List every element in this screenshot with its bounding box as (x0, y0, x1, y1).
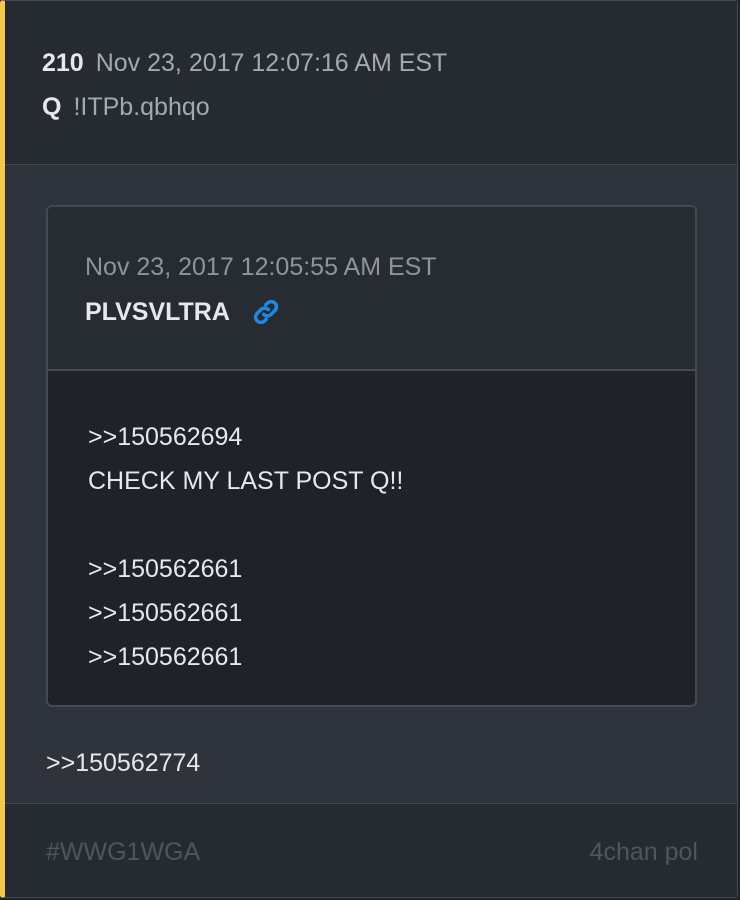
link-icon[interactable] (252, 298, 280, 326)
quoted-post-line[interactable]: >>150562661 (88, 635, 675, 679)
post-number[interactable]: 210 (42, 49, 84, 77)
hashtag: #WWG1WGA (46, 838, 201, 866)
quoted-post-line (88, 503, 675, 547)
post-date: Nov 23, 2017 12:07:16 AM EST (95, 49, 448, 77)
quoted-post-line[interactable]: >>150562694 (88, 415, 675, 459)
quoted-post-line[interactable]: >>150562661 (88, 591, 675, 635)
quoted-post: Nov 23, 2017 12:05:55 AM EST PLVSVLTRA >… (46, 205, 697, 707)
quoted-post-date: Nov 23, 2017 12:05:55 AM EST (85, 253, 437, 281)
quoted-post-author-row: PLVSVLTRA (85, 295, 280, 329)
post-card: 210 Nov 23, 2017 12:07:16 AM EST Q !ITPb.q… (0, 0, 738, 898)
post-tripcode: !ITPb.qbhqo (73, 93, 210, 121)
post-meta: 210 Nov 23, 2017 12:07:16 AM EST (42, 47, 447, 79)
post-header: 210 Nov 23, 2017 12:07:16 AM EST Q !ITPb.q… (5, 1, 737, 165)
post-author-row: Q !ITPb.qbhqo (42, 91, 210, 123)
post-footer: #WWG1WGA 4chan pol (5, 803, 737, 897)
quoted-post-header: Nov 23, 2017 12:05:55 AM EST PLVSVLTRA (48, 207, 695, 371)
post-author: Q (42, 93, 62, 121)
reply-reference[interactable]: >>150562774 (46, 741, 200, 785)
post-source: 4chan pol (589, 838, 698, 866)
quoted-post-author: PLVSVLTRA (85, 298, 230, 326)
quoted-post-line: CHECK MY LAST POST Q!! (88, 467, 404, 495)
quoted-post-line[interactable]: >>150562661 (88, 547, 675, 591)
quoted-post-body: >>150562694 CHECK MY LAST POST Q!! >>150… (88, 415, 675, 679)
